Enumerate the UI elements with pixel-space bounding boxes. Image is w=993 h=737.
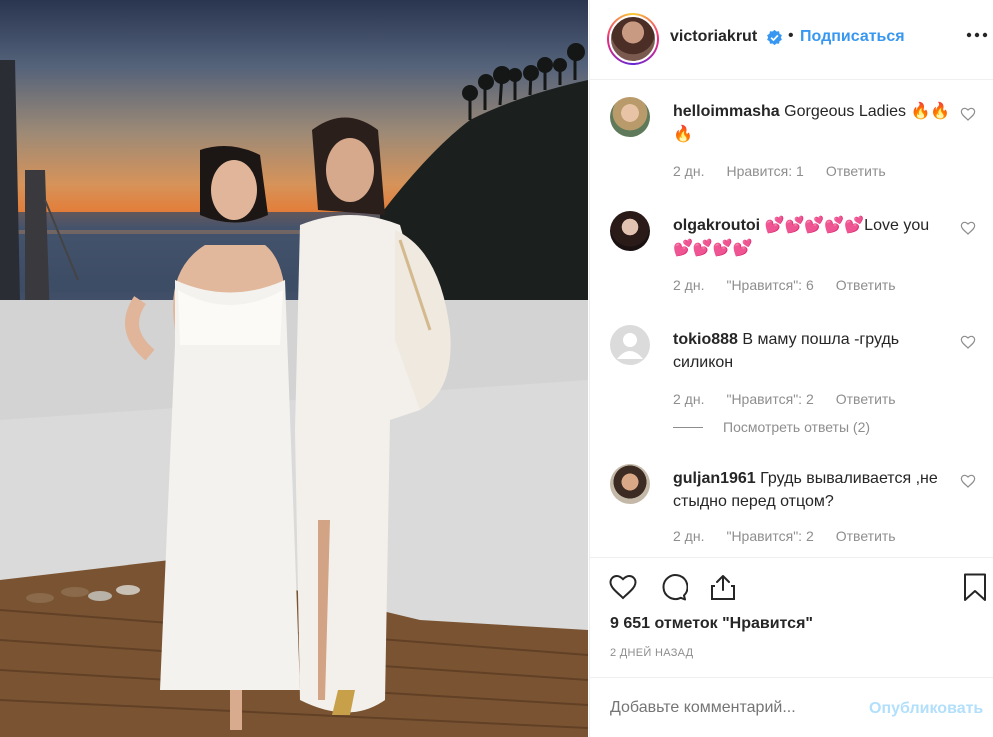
comment-reply-button[interactable]: Ответить [836, 528, 896, 544]
header-separator: • [788, 27, 794, 44]
commenter-avatar[interactable] [610, 211, 650, 251]
comment-icon[interactable] [658, 572, 688, 602]
comment-reply-button[interactable]: Ответить [836, 277, 896, 293]
post-timestamp[interactable]: 2 ДНЕЙ НАЗАД [610, 647, 693, 659]
follow-button[interactable]: Подписаться [800, 28, 905, 46]
comment-heart-icon[interactable] [960, 106, 976, 122]
comment-username[interactable]: guljan1961 [673, 470, 756, 487]
post-actions: 9 651 отметок "Нравится" 2 ДНЕЙ НАЗАД [590, 557, 993, 697]
view-replies-label: Посмотреть ответы (2) [723, 419, 871, 435]
post-photo[interactable] [0, 0, 588, 737]
comment-time[interactable]: 2 дн. [673, 163, 704, 179]
author-avatar[interactable] [607, 13, 659, 65]
comment-time[interactable]: 2 дн. [673, 391, 704, 407]
comment-input[interactable] [610, 699, 850, 717]
comment-username[interactable]: olgakroutoi [673, 217, 760, 234]
comment-heart-icon[interactable] [960, 334, 976, 350]
comment-reply-button[interactable]: Ответить [826, 163, 886, 179]
comment-likes[interactable]: "Нравится": 2 [726, 391, 813, 407]
more-options-icon[interactable] [966, 24, 988, 46]
comment-heart-icon[interactable] [960, 473, 976, 489]
replies-divider [673, 426, 703, 428]
comment-username[interactable]: tokio888 [673, 331, 738, 348]
bookmark-icon[interactable] [960, 572, 990, 602]
post-side-panel: victoriakrut • Подписаться helloimmasha … [589, 0, 993, 737]
comments-list[interactable]: helloimmasha Gorgeous Ladies 🔥🔥🔥 2 дн. Н… [590, 81, 993, 557]
comment-likes[interactable]: "Нравится": 6 [726, 277, 813, 293]
publish-button[interactable]: Опубликовать [869, 700, 983, 718]
comment-time[interactable]: 2 дн. [673, 528, 704, 544]
share-icon[interactable] [708, 572, 738, 602]
heart-icon[interactable] [608, 572, 638, 602]
comment-username[interactable]: helloimmasha [673, 103, 780, 120]
comment-likes[interactable]: "Нравится": 2 [726, 528, 813, 544]
view-replies-button[interactable]: Посмотреть ответы (2) [673, 419, 870, 435]
commenter-avatar[interactable] [610, 97, 650, 137]
post-header: victoriakrut • Подписаться [590, 0, 993, 80]
comment-likes[interactable]: Нравится: 1 [726, 163, 803, 179]
author-username[interactable]: victoriakrut [670, 28, 757, 46]
commenter-avatar[interactable] [610, 325, 650, 365]
add-comment-bar: Опубликовать [590, 677, 993, 737]
default-avatar-icon [617, 333, 643, 359]
likes-count[interactable]: 9 651 отметок "Нравится" [610, 615, 813, 633]
comment-reply-button[interactable]: Ответить [836, 391, 896, 407]
commenter-avatar[interactable] [610, 464, 650, 504]
verified-badge-icon [767, 29, 782, 46]
comment-time[interactable]: 2 дн. [673, 277, 704, 293]
photo-illustration [0, 43, 588, 737]
comment-heart-icon[interactable] [960, 220, 976, 236]
